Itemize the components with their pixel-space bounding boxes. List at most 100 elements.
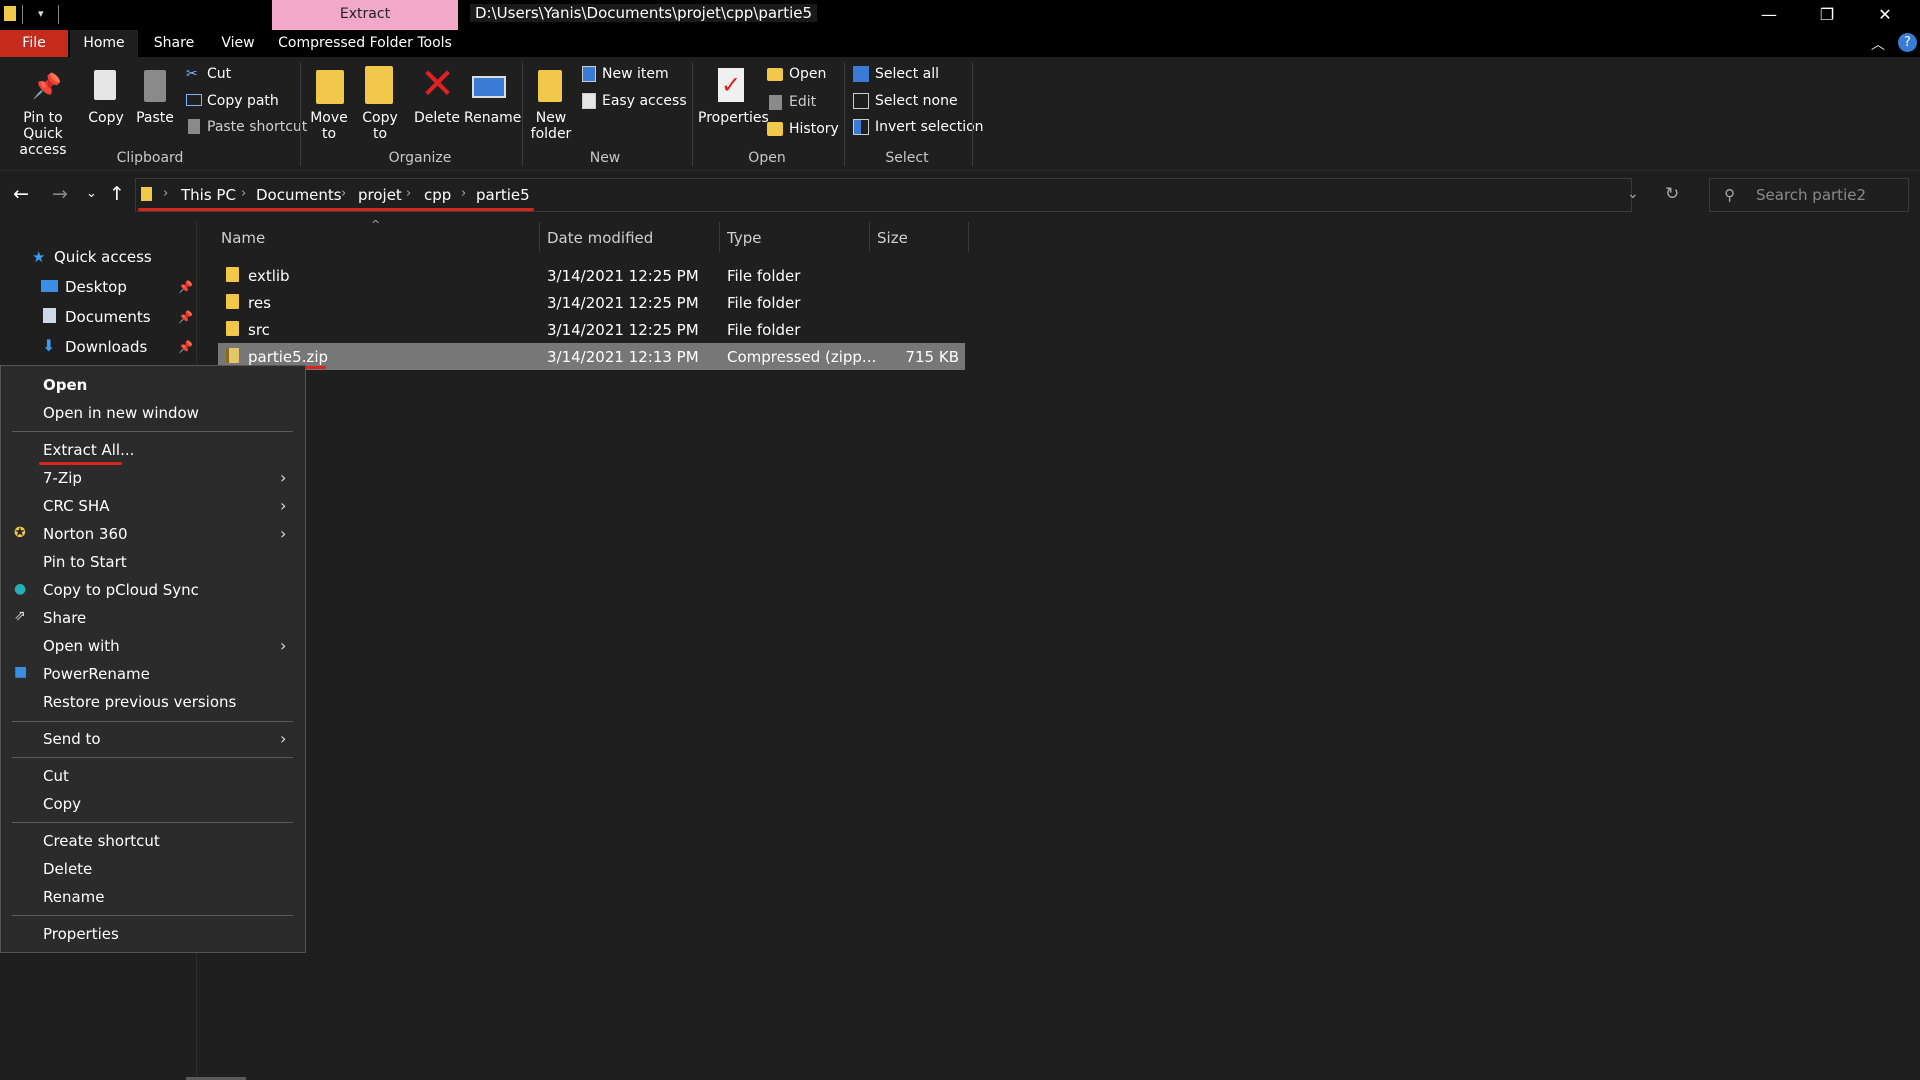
open-button[interactable]: Open [789,66,826,82]
paste-icon [144,70,166,102]
folder-icon [226,294,239,309]
refresh-icon[interactable]: ↻ [1665,184,1679,204]
file-row[interactable]: src 3/14/2021 12:25 PM File folder [218,316,965,343]
column-header-date-modified[interactable]: Date modified [547,229,653,247]
annotation-underline [39,462,122,465]
menu-item-rename[interactable]: Rename [43,888,105,906]
star-icon: ★ [32,248,46,266]
menu-item-open-new-window[interactable]: Open in new window [43,404,199,422]
breadcrumb-cpp[interactable]: cpp [424,186,451,204]
chevron-right-icon[interactable]: › [406,186,411,201]
breadcrumb-partie5[interactable]: partie5 [476,186,530,204]
breadcrumb-documents[interactable]: Documents [256,186,342,204]
menu-item-copy-to-pcloud[interactable]: Copy to pCloud Sync [43,581,199,599]
file-row[interactable]: res 3/14/2021 12:25 PM File folder [218,289,965,316]
copy-button[interactable]: Copy [86,66,126,146]
menu-item-open-with[interactable]: Open with [43,637,120,655]
tab-share[interactable]: Share [140,30,208,57]
history-button[interactable]: History [789,121,839,137]
tab-file[interactable]: File [0,30,68,57]
chevron-right-icon[interactable]: › [461,186,466,201]
forward-arrow-icon[interactable]: → [52,183,68,205]
menu-item-delete[interactable]: Delete [43,860,92,878]
divider [522,62,523,166]
invert-selection-button[interactable]: Invert selection [875,119,984,135]
nav-desktop[interactable]: Desktop [65,278,127,296]
file-name: src [248,321,270,339]
column-header-name[interactable]: Name [221,229,265,247]
menu-item-7zip[interactable]: 7-Zip [43,469,82,487]
column-header-size[interactable]: Size [877,229,908,247]
divider[interactable] [539,222,540,252]
divider[interactable] [719,222,720,252]
chevron-right-icon[interactable]: › [241,186,246,201]
menu-item-powerrename[interactable]: PowerRename [43,665,150,683]
edit-button[interactable]: Edit [789,94,816,110]
up-arrow-icon[interactable]: ↑ [109,183,125,205]
copy-path-button[interactable]: Copy path [207,93,279,109]
menu-item-cut[interactable]: Cut [43,767,69,785]
nav-quick-access[interactable]: Quick access [54,248,152,266]
rename-button[interactable]: Rename [464,66,522,146]
pin-icon[interactable]: 📌 [178,340,193,354]
select-none-icon [853,93,869,109]
file-name: res [248,294,271,312]
minimize-button[interactable]: — [1740,0,1798,30]
nav-documents[interactable]: Documents [65,308,151,326]
file-row[interactable]: extlib 3/14/2021 12:25 PM File folder [218,262,965,289]
recent-locations-chevron-down-icon[interactable]: ⌄ [86,186,97,201]
help-icon[interactable]: ? [1898,33,1917,52]
paste-shortcut-button[interactable]: Paste shortcut [207,119,307,135]
delete-button[interactable]: ✕ Delete [414,60,460,146]
rename-label: Rename [464,110,522,126]
pin-to-quick-access-button[interactable]: 📌 Pin to Quick access [6,66,80,158]
file-row-selected[interactable]: partie5.zip 3/14/2021 12:13 PM Compresse… [218,343,965,370]
menu-item-pin-to-start[interactable]: Pin to Start [43,553,127,571]
close-button[interactable]: ✕ [1856,0,1914,30]
copy-icon [94,70,116,100]
divider[interactable] [869,222,870,252]
breadcrumb-this-pc[interactable]: This PC [181,186,236,204]
menu-item-share[interactable]: Share [43,609,86,627]
paste-label: Paste [136,110,174,126]
select-none-button[interactable]: Select none [875,93,958,109]
select-all-button[interactable]: Select all [875,66,939,82]
easy-access-button[interactable]: Easy access [602,93,687,109]
copy-to-button[interactable]: Copy to [361,66,399,146]
file-type: File folder [727,321,801,339]
column-header-type[interactable]: Type [727,229,761,247]
new-item-button[interactable]: New item [602,66,669,82]
address-dropdown-chevron-down-icon[interactable]: ⌄ [1627,186,1639,202]
customize-quick-access-icon[interactable]: ▾ [38,7,44,20]
collapse-ribbon-icon[interactable]: ︿ [1871,34,1885,54]
properties-button[interactable]: ✓ Properties [698,66,769,146]
menu-item-crc-sha[interactable]: CRC SHA [43,497,109,515]
norton-icon: ✪ [14,525,26,541]
chevron-right-icon[interactable]: › [341,186,346,201]
pin-icon[interactable]: 📌 [178,280,193,294]
menu-item-restore-previous-versions[interactable]: Restore previous versions [43,693,236,711]
pin-icon[interactable]: 📌 [178,310,193,324]
paste-button[interactable]: Paste [134,66,176,146]
menu-item-create-shortcut[interactable]: Create shortcut [43,832,160,850]
chevron-right-icon[interactable]: › [163,186,168,201]
menu-item-extract-all[interactable]: Extract All... [43,441,134,459]
tab-home[interactable]: Home [70,30,138,57]
restore-button[interactable]: ❐ [1798,0,1856,30]
menu-item-properties[interactable]: Properties [43,925,119,943]
tab-view[interactable]: View [204,30,272,57]
menu-item-copy[interactable]: Copy [43,795,81,813]
file-date: 3/14/2021 12:13 PM [547,348,699,366]
tab-compressed-folder-tools[interactable]: Compressed Folder Tools [272,30,458,57]
nav-downloads[interactable]: Downloads [65,338,147,356]
cut-button[interactable]: Cut [207,66,231,82]
breadcrumb-projet[interactable]: projet [358,186,402,204]
new-folder-button[interactable]: New folder [530,66,572,146]
menu-item-open[interactable]: Open [43,376,87,394]
back-arrow-icon[interactable]: ← [13,183,29,205]
menu-item-send-to[interactable]: Send to [43,730,101,748]
search-input[interactable]: Search partie2 [1756,186,1866,204]
divider[interactable] [968,222,969,252]
menu-item-norton-360[interactable]: Norton 360 [43,525,128,543]
move-to-button[interactable]: Move to [310,66,348,146]
